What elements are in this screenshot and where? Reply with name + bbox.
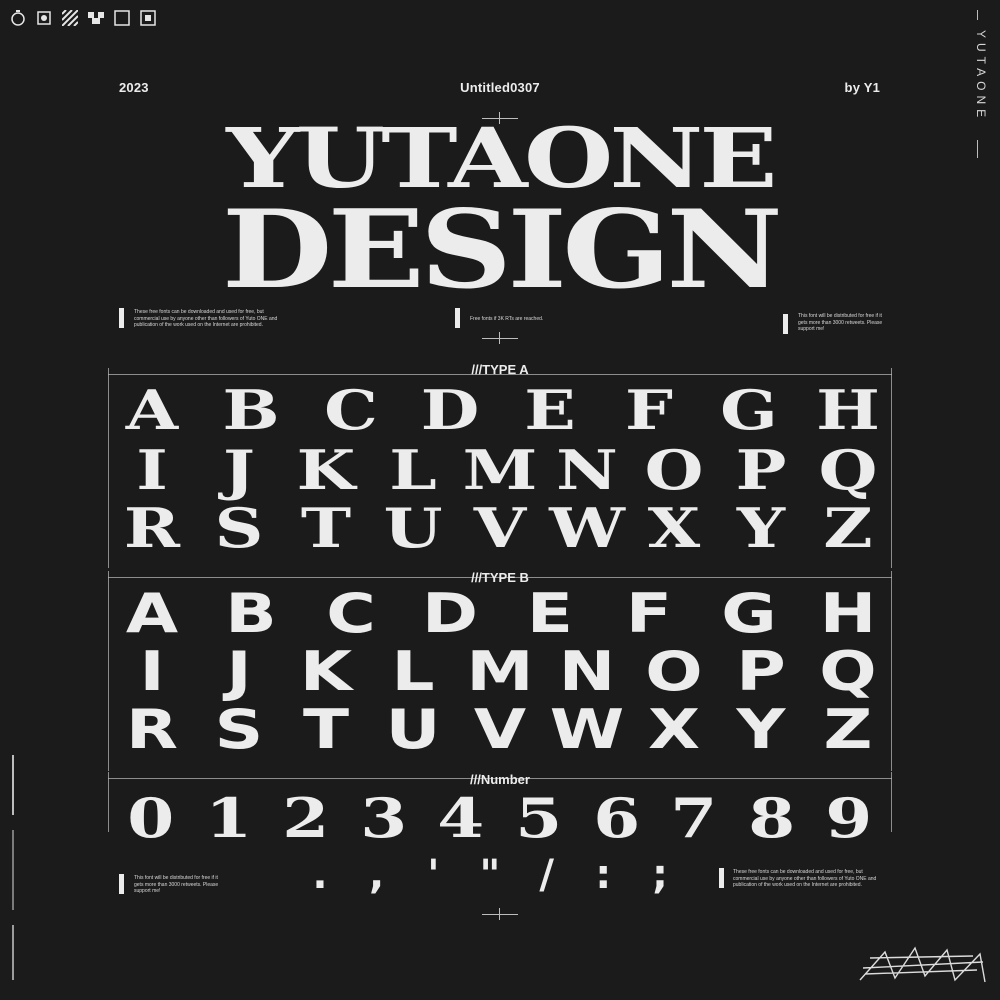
glyph-q: Q [818, 438, 878, 502]
type-b-row-3: RSTUVWXYZ [112, 702, 888, 758]
square-icon [114, 10, 130, 26]
type-b-row-2: IJKLMNOPQ [112, 644, 888, 700]
glyph-j: J [223, 438, 255, 502]
punctuation-row: ., ' " /:; [300, 852, 680, 898]
target-icon [140, 10, 156, 26]
punctuation-glyph: : [595, 852, 612, 898]
punctuation-glyph: . [312, 852, 328, 898]
glyph-e: E [523, 378, 576, 442]
scribble-logo-icon [855, 940, 990, 990]
glyph-e: E [526, 582, 573, 645]
glyph-s: S [214, 496, 264, 560]
side-deco-3 [12, 925, 14, 980]
glyph-9: 9 [825, 786, 873, 850]
glyph-i: I [139, 640, 165, 703]
glyph-d: D [422, 582, 479, 645]
glyph-w: W [549, 698, 625, 761]
glyph-q: Q [819, 640, 877, 703]
gear-icon [36, 10, 52, 26]
note-left-top: These free fonts can be downloaded and u… [134, 309, 278, 328]
glyph-f: F [626, 582, 673, 645]
note-bar-right-top [783, 314, 788, 334]
punctuation-glyph: ' [427, 852, 440, 898]
note-right-bottom: These free fonts can be downloaded and u… [733, 869, 877, 888]
glyph-a: A [125, 378, 179, 442]
glyph-b: B [225, 582, 278, 645]
punctuation-glyph: ; [651, 852, 668, 898]
glyph-f: F [625, 378, 674, 442]
punctuation-glyph: " [479, 852, 501, 898]
glyph-g: G [719, 378, 778, 442]
glyph-t: T [302, 698, 350, 761]
glyph-k: K [296, 438, 356, 502]
glyph-o: O [644, 438, 704, 502]
section-number: ///Number [470, 772, 530, 787]
header-author: by Y1 [844, 80, 880, 95]
crosshair-bottom-v [499, 908, 500, 920]
glyph-x: X [647, 496, 701, 560]
type-a-row-3: RSTUVWXYZ [112, 500, 888, 556]
glyph-n: N [558, 640, 616, 703]
glyph-r: R [126, 698, 178, 761]
glyph-l: L [389, 438, 437, 502]
glyph-w: W [549, 496, 625, 560]
glyph-p: P [735, 438, 787, 502]
note-center-top: Free fonts if 3K RTs are reached. [470, 316, 544, 322]
glyph-c: C [323, 378, 378, 442]
glyph-z: Z [823, 496, 873, 560]
note-left-bottom: This font will be distributed for free i… [134, 875, 219, 894]
glyph-g: G [720, 582, 777, 645]
punctuation-glyph: , [369, 852, 385, 898]
glyph-y: Y [736, 496, 786, 560]
crosshair-bottom-h [482, 914, 518, 915]
glyph-o: O [645, 640, 703, 703]
glyph-i: I [136, 438, 168, 502]
side-deco-2 [12, 830, 14, 910]
note-bar-right-bottom [719, 868, 724, 888]
glyph-y: Y [736, 698, 786, 761]
glyph-d: D [420, 378, 480, 442]
note-right-top: This font will be distributed for free i… [798, 313, 883, 332]
pixel-icon [88, 10, 104, 26]
crosshair-mid-h [482, 338, 518, 339]
note-bar-left-top [119, 308, 124, 328]
glyph-s: S [214, 698, 264, 761]
side-label: YUTAONE [974, 30, 988, 123]
glyph-v: V [473, 698, 527, 761]
glyph-m: M [462, 438, 538, 502]
glyph-v: V [473, 496, 527, 560]
note-bar-left-bottom [119, 874, 124, 894]
note-bar-center-top [455, 308, 460, 328]
glyph-r: R [123, 496, 181, 560]
glyph-u: U [383, 496, 443, 560]
glyph-c: C [326, 582, 376, 645]
glyph-x: X [647, 698, 701, 761]
glyph-h: H [819, 582, 877, 645]
glyph-m: M [466, 640, 534, 703]
type-a-row-2: IJKLMNOPQ [112, 442, 888, 498]
stripes-icon [62, 10, 78, 26]
glyph-l: L [391, 640, 435, 703]
punctuation-glyph: / [539, 852, 554, 898]
glyph-u: U [385, 698, 441, 761]
glyph-k: K [299, 640, 353, 703]
timer-icon [10, 10, 26, 26]
glyph-b: B [222, 378, 280, 442]
glyph-a: A [125, 582, 179, 645]
number-row: 0123456789 [112, 790, 888, 846]
type-a-row-1: ABCDEFGH [112, 382, 888, 438]
side-tick-top [977, 10, 978, 20]
crosshair-mid-v [499, 332, 500, 344]
section-type-a: ///TYPE A [471, 362, 529, 377]
side-tick-bottom [977, 140, 978, 158]
glyph-t: T [300, 496, 352, 560]
hero-line-2: DESIGN [221, 187, 783, 313]
glyph-z: Z [823, 698, 873, 761]
glyph-j: J [226, 640, 252, 703]
glyph-p: P [736, 640, 786, 703]
type-b-row-1: ABCDEFGH [112, 586, 888, 642]
glyph-h: H [816, 378, 880, 442]
glyph-n: N [556, 438, 618, 502]
